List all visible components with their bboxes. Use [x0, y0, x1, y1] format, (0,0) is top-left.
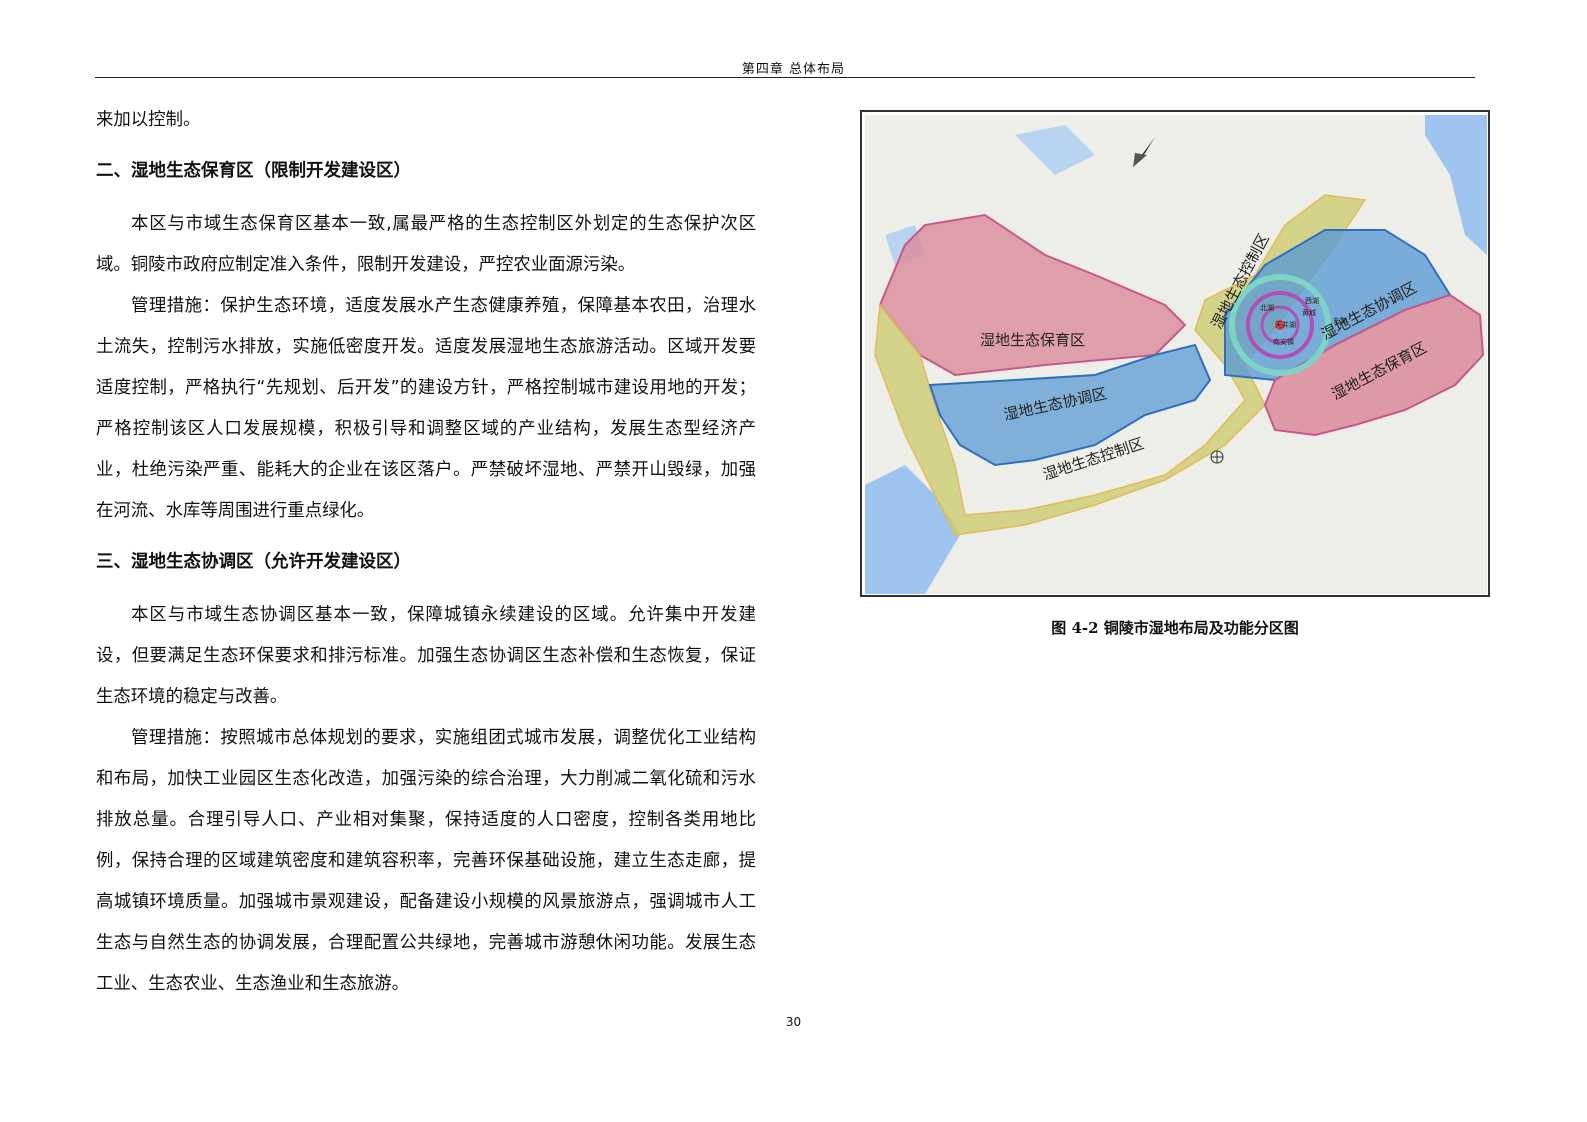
- compass-icon: [1210, 450, 1224, 464]
- chapter-header: 第四章 总体布局: [741, 62, 846, 77]
- label-center: 黄城: [1302, 308, 1316, 317]
- section3-heading: 三、湿地生态协调区（允许开发建设区）: [96, 552, 411, 572]
- page-number: 30: [785, 1015, 802, 1029]
- section3-paragraph-2: 管理措施：按照城市总体规划的要求，实施组团式城市发展，调整优化工业结构和布局，加…: [96, 728, 756, 994]
- label-tianjing-lake: 天井湖: [1275, 320, 1296, 329]
- label-south: 南安镇: [1273, 337, 1294, 346]
- section3-paragraph-1: 本区与市域生态协调区基本一致，保障城镇永续建设的区域。允许集中开发建设，但要满足…: [96, 605, 756, 707]
- label-east-lake: 东湖: [1333, 316, 1347, 325]
- section2-paragraph-1: 本区与市域生态保育区基本一致,属最严格的生态控制区外划定的生态保护次区域。铜陵市…: [96, 214, 756, 275]
- wetland-zoning-map: 湿地生态保育区 湿地生态协调区 湿地生态控制区 湿地生态控制区 湿地生态协调区 …: [860, 110, 1490, 597]
- map-svg: 湿地生态保育区 湿地生态协调区 湿地生态控制区 湿地生态控制区 湿地生态协调区 …: [865, 115, 1487, 594]
- label-north-lake: 北湖: [1260, 303, 1274, 312]
- section2-heading: 二、湿地生态保育区（限制开发建设区）: [96, 161, 411, 181]
- section2-paragraph-2: 管理措施：保护生态环境，适度发展水产生态健康养殖，保障基本农田，治理水土流失，控…: [96, 296, 756, 521]
- label-west-lake: 西湖: [1305, 296, 1319, 305]
- intro-line: 来加以控制。: [96, 110, 201, 130]
- label-protect-west: 湿地生态保育区: [980, 331, 1085, 349]
- header-divider: [95, 77, 1475, 78]
- body-text-column: 来加以控制。 二、湿地生态保育区（限制开发建设区） 本区与市域生态保育区基本一致…: [96, 100, 756, 1005]
- figure-caption: 图 4-2 铜陵市湿地布局及功能分区图: [1051, 619, 1299, 637]
